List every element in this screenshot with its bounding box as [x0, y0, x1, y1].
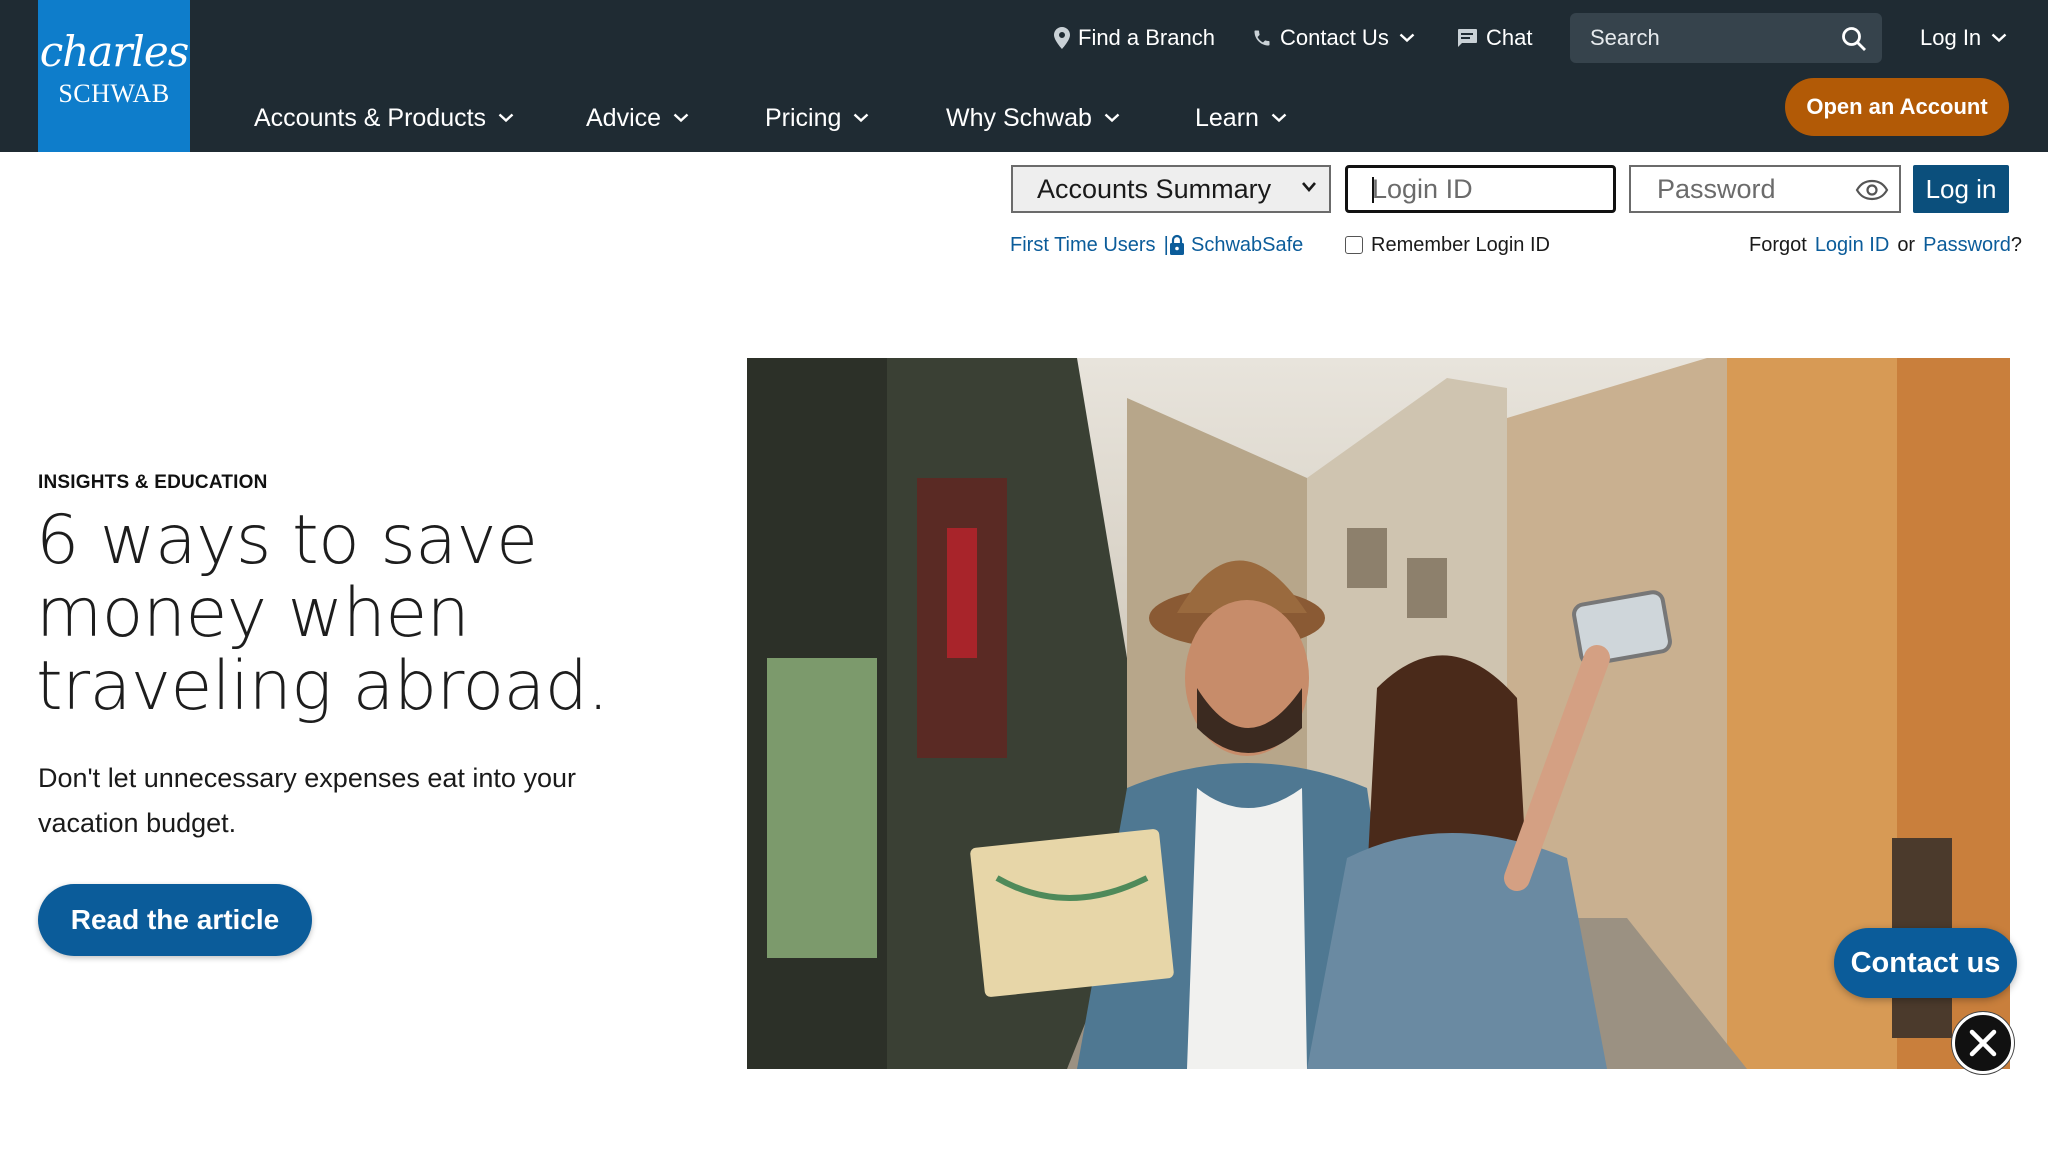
nav-pricing[interactable]: Pricing [765, 96, 869, 140]
contact-us-menu[interactable]: Contact Us [1252, 14, 1415, 62]
lock-icon [1169, 234, 1185, 256]
chevron-down-icon [853, 113, 869, 123]
nav-label: Why Schwab [946, 103, 1092, 132]
charles-schwab-logo[interactable]: charles SCHWAB [38, 0, 190, 152]
forgot-login-id-link[interactable]: Login ID [1815, 234, 1890, 257]
nav-label: Advice [586, 103, 662, 132]
nav-label: Accounts & Products [254, 103, 487, 132]
remember-login-checkbox[interactable] [1345, 236, 1363, 254]
link-separator: | [1163, 233, 1169, 256]
contact-us-label: Contact Us [1280, 25, 1389, 50]
travelers-photo [747, 358, 2010, 1069]
find-branch-label: Find a Branch [1078, 25, 1215, 50]
login-id-input[interactable] [1348, 168, 1613, 210]
first-time-users-link[interactable]: First Time Users [1010, 234, 1156, 257]
log-in-button[interactable]: Log in [1913, 165, 2009, 213]
site-header: charles SCHWAB Find a Branch Contact Us … [0, 0, 2048, 152]
chevron-down-icon [498, 113, 514, 123]
password-field [1629, 165, 1901, 213]
contact-us-floating-button[interactable]: Contact us [1834, 928, 2017, 998]
chat-label: Chat [1486, 25, 1533, 50]
log-in-label: Log In [1920, 25, 1982, 50]
nav-learn[interactable]: Learn [1195, 96, 1287, 140]
logo-script-text: charles [39, 27, 190, 76]
show-password-eye-icon[interactable] [1855, 179, 1889, 201]
nav-label: Learn [1195, 103, 1259, 132]
find-branch-link[interactable]: Find a Branch [1054, 14, 1215, 62]
remember-login-row[interactable]: Remember Login ID [1345, 232, 1550, 258]
log-in-menu[interactable]: Log In [1920, 14, 2007, 62]
remember-login-label: Remember Login ID [1371, 233, 1550, 256]
travelers-photo-illustration [747, 358, 2010, 1069]
chevron-down-icon [1271, 113, 1287, 123]
forgot-or: or [1897, 233, 1916, 256]
hero-headline: 6 ways to save money when traveling abro… [36, 501, 609, 726]
open-account-button[interactable]: Open an Account [1785, 78, 2009, 136]
nav-why-schwab[interactable]: Why Schwab [946, 96, 1120, 140]
forgot-credentials-row: Forgot Login ID or Password ? [1749, 232, 2022, 258]
phone-icon [1252, 28, 1272, 48]
select-arrow-icon [1301, 181, 1317, 193]
text-cursor [1372, 177, 1374, 203]
nav-accounts-products[interactable]: Accounts & Products [254, 96, 514, 140]
search-box [1570, 13, 1882, 63]
chevron-down-icon [1104, 113, 1120, 123]
search-icon[interactable] [1840, 25, 1868, 53]
chevron-down-icon [1399, 33, 1415, 43]
chevron-down-icon [673, 113, 689, 123]
map-pin-icon [1054, 27, 1070, 49]
schwab-safe-link[interactable]: SchwabSafe [1169, 232, 1303, 258]
forgot-prefix: Forgot [1749, 233, 1807, 256]
chat-link[interactable]: Chat [1456, 14, 1532, 62]
chat-bubble-icon [1456, 28, 1478, 48]
first-time-users-row: First Time Users | [1010, 232, 1177, 258]
forgot-suffix: ? [2010, 233, 2023, 256]
forgot-password-link[interactable]: Password [1923, 234, 2011, 257]
logo-caps-text: SCHWAB [58, 79, 170, 108]
section-eyebrow: INSIGHTS & EDUCATION [38, 472, 268, 493]
hero-subhead: Don't let unnecessary expenses eat into … [38, 763, 576, 838]
chevron-down-icon [1991, 33, 2007, 43]
account-select-value: Accounts Summary [1037, 173, 1272, 204]
schwab-safe-label: SchwabSafe [1191, 233, 1304, 256]
nav-advice[interactable]: Advice [586, 96, 689, 140]
login-id-field [1345, 165, 1616, 213]
account-type-select[interactable]: Accounts Summary [1011, 165, 1331, 213]
close-icon[interactable] [1952, 1012, 2014, 1074]
search-input[interactable] [1570, 13, 1830, 63]
nav-label: Pricing [765, 103, 842, 132]
read-article-button[interactable]: Read the article [38, 884, 312, 956]
